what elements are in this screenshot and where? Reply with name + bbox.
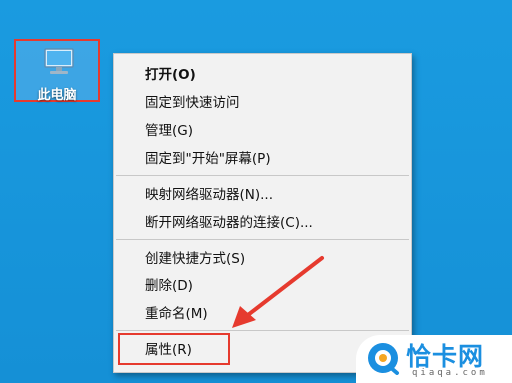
brand-logo-icon (368, 343, 399, 375)
pointer-arrow (232, 256, 324, 328)
brand-url: qiaqa.com (412, 368, 488, 378)
site-watermark: 恰卡网 qiaqa.com (356, 335, 512, 383)
